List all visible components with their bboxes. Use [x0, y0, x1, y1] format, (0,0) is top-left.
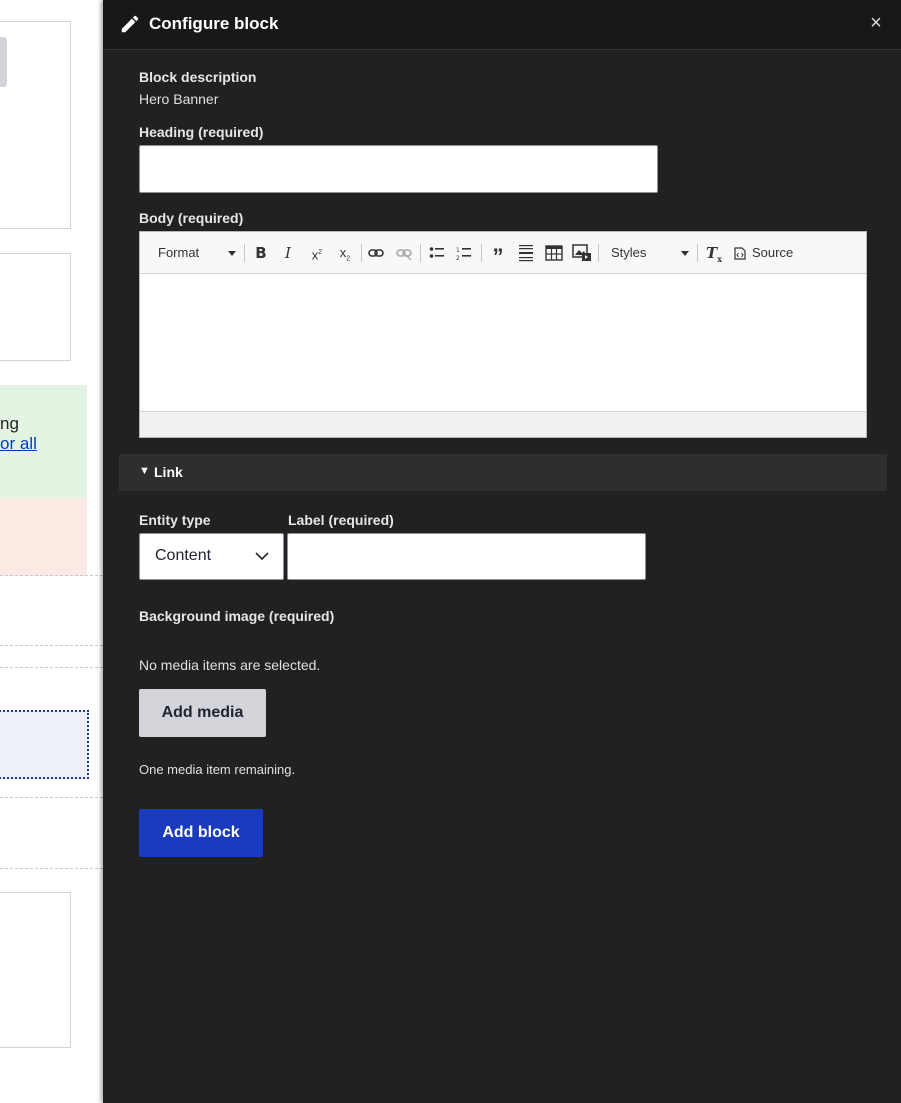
entity-type-select[interactable]: Content: [139, 533, 284, 580]
source-icon: [734, 247, 746, 260]
section-divider: [0, 575, 103, 576]
superscript-icon[interactable]: x2: [306, 242, 328, 264]
table-icon[interactable]: [545, 245, 563, 261]
dialog-titlebar: Configure block ×: [103, 0, 901, 50]
toolbar-separator: [481, 244, 482, 262]
image-icon[interactable]: [572, 244, 592, 262]
warning-message: [0, 498, 87, 576]
editor-content-area[interactable]: [140, 274, 866, 411]
pencil-icon: [121, 15, 139, 33]
section-divider: [0, 645, 103, 646]
unlink-icon[interactable]: [396, 246, 412, 260]
link-summary-label: Link: [154, 464, 183, 480]
horizontal-line-icon[interactable]: [518, 244, 534, 262]
background-button[interactable]: [0, 37, 7, 87]
format-dropdown[interactable]: Format: [152, 242, 232, 264]
link-details-summary[interactable]: ▼ Link: [119, 454, 887, 491]
body-editor: Format B I x2 x2 1 2 ” Styles Tx Source: [139, 231, 867, 438]
entity-type-value: Content: [155, 547, 212, 564]
block-dropzone[interactable]: [0, 710, 89, 779]
status-message-link[interactable]: or all: [0, 434, 37, 454]
media-remaining-text: One media item remaining.: [139, 762, 296, 777]
heading-input[interactable]: [139, 145, 658, 193]
heading-label: Heading (required): [139, 124, 264, 140]
status-message-text: ng: [0, 414, 19, 433]
bold-icon[interactable]: B: [251, 242, 271, 264]
chevron-down-icon: [255, 552, 269, 561]
toolbar-separator: [361, 244, 362, 262]
block-description-label: Block description: [139, 69, 257, 85]
section-divider: [0, 868, 103, 869]
remove-format-icon[interactable]: Tx: [704, 242, 724, 264]
styles-dropdown-arrow-icon: [681, 251, 689, 256]
italic-icon[interactable]: I: [278, 242, 298, 264]
format-dropdown-arrow-icon: [228, 251, 236, 256]
background-image-label: Background image (required): [139, 608, 335, 624]
toolbar-separator: [697, 244, 698, 262]
toolbar-separator: [244, 244, 245, 262]
subscript-icon[interactable]: x2: [334, 242, 356, 264]
entity-type-label: Entity type: [139, 512, 211, 528]
add-block-button[interactable]: Add block: [139, 809, 263, 857]
bulleted-list-icon[interactable]: [429, 245, 445, 261]
background-card: [0, 253, 71, 361]
no-media-message: No media items are selected.: [139, 657, 321, 673]
link-icon[interactable]: [368, 246, 384, 260]
background-card: [0, 892, 71, 1048]
source-label: Source: [752, 245, 794, 260]
section-divider: [0, 797, 103, 798]
background-page: ng or all: [0, 0, 103, 1103]
editor-toolbar: Format B I x2 x2 1 2 ” Styles Tx Source: [140, 232, 866, 274]
link-label-input[interactable]: [287, 533, 646, 580]
source-button[interactable]: Source: [734, 242, 796, 264]
expanded-triangle-icon: ▼: [139, 465, 150, 477]
toolbar-separator: [598, 244, 599, 262]
section-divider: [0, 667, 103, 668]
styles-dropdown[interactable]: Styles: [605, 242, 685, 264]
toolbar-separator: [420, 244, 421, 262]
blockquote-icon[interactable]: ”: [487, 242, 509, 269]
body-label: Body (required): [139, 210, 244, 226]
svg-text:2: 2: [456, 255, 460, 261]
dialog-title: Configure block: [149, 14, 279, 33]
svg-text:1: 1: [456, 247, 460, 254]
block-description-value: Hero Banner: [139, 91, 219, 107]
configure-block-dialog: Configure block × Block description Hero…: [103, 0, 901, 1103]
styles-dropdown-label: Styles: [611, 245, 647, 260]
editor-status-bar: [140, 411, 866, 437]
close-icon[interactable]: ×: [865, 12, 887, 34]
link-label-field-label: Label (required): [288, 512, 394, 528]
add-media-button[interactable]: Add media: [139, 689, 266, 737]
numbered-list-icon[interactable]: 1 2: [456, 245, 472, 261]
background-card: [0, 21, 71, 229]
format-dropdown-label: Format: [158, 245, 200, 260]
